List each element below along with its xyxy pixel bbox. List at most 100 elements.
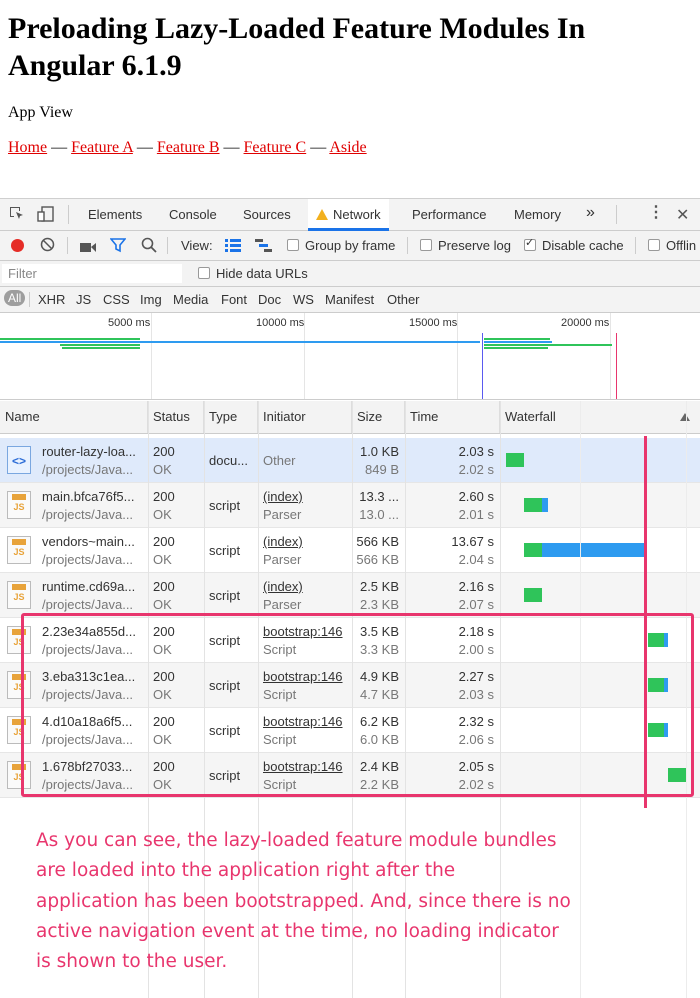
initiator-cell[interactable]: (index) Parser: [258, 573, 352, 618]
app-view: Preloading Lazy-Loaded Feature Modules I…: [0, 0, 700, 196]
search-icon[interactable]: [141, 237, 157, 256]
type-filter-img[interactable]: Img: [140, 292, 162, 307]
column-header-status[interactable]: Status: [148, 401, 204, 433]
type-filter-media[interactable]: Media: [173, 292, 208, 307]
tab-network[interactable]: Network: [308, 199, 389, 231]
overview-bar: [0, 338, 140, 340]
initiator-cell[interactable]: (index) Parser: [258, 483, 352, 528]
name-cell[interactable]: JS main.bfca76f5... /projects/Java...: [0, 483, 148, 528]
nav-link-aside[interactable]: Aside: [329, 139, 366, 156]
time-cell: 2.03 s 2.02 s: [405, 438, 500, 483]
overview-tick-label: 15000 ms: [409, 317, 458, 329]
nav-link-feature-a[interactable]: Feature A: [71, 139, 133, 156]
type-filter-js[interactable]: JS: [76, 292, 91, 307]
kebab-icon[interactable]: ⋮: [648, 205, 664, 221]
overview-bar: [484, 338, 550, 340]
initiator-cell: Other: [258, 438, 352, 483]
js-file-icon: JS: [7, 491, 31, 519]
request-type: script: [209, 588, 241, 603]
time-cell: 2.16 s 2.07 s: [405, 573, 500, 618]
nav-link-feature-c[interactable]: Feature C: [244, 139, 307, 156]
type-filter-css[interactable]: CSS: [103, 292, 130, 307]
table-row[interactable]: JS runtime.cd69a... /projects/Java... 200 OK…: [0, 573, 700, 618]
nav-link-feature-b[interactable]: Feature B: [157, 139, 220, 156]
timeline-overview[interactable]: 5000 ms 10000 ms 15000 ms 20000 ms: [0, 313, 700, 400]
initiator-type: Parser: [263, 507, 302, 522]
disable-cache-checkbox[interactable]: Disable cache: [524, 236, 624, 253]
tab-elements[interactable]: Elements: [88, 207, 142, 222]
tab-memory[interactable]: Memory: [514, 207, 561, 222]
inspect-element-icon[interactable]: [9, 206, 25, 225]
status-code: 200: [153, 444, 175, 459]
name-cell[interactable]: <> router-lazy-loa... /projects/Java...: [0, 438, 148, 483]
table-row[interactable]: JS main.bfca76f5... /projects/Java... 200 OK…: [0, 483, 700, 528]
status-cell: 200 OK: [148, 483, 204, 528]
name-cell[interactable]: JS vendors~main... /projects/Java...: [0, 528, 148, 573]
request-name: runtime.cd69a...: [42, 579, 136, 594]
name-cell[interactable]: JS runtime.cd69a... /projects/Java...: [0, 573, 148, 618]
group-by-frame-checkbox[interactable]: Group by frame: [287, 238, 395, 253]
resource-type-filter: All XHR JS CSS Img Media Font Doc WS Man…: [0, 287, 700, 313]
preserve-log-checkbox[interactable]: Preserve log: [420, 238, 511, 253]
record-icon[interactable]: [11, 239, 24, 252]
overview-icon[interactable]: [255, 239, 272, 255]
column-header-time[interactable]: Time: [405, 401, 500, 433]
filter-icon[interactable]: [109, 238, 127, 256]
js-file-icon: JS: [7, 536, 31, 564]
transfer-size: 13.3 ...: [359, 489, 399, 504]
initiator-link[interactable]: (index): [263, 532, 303, 551]
waterfall-header-label: Waterfall: [505, 409, 556, 424]
type-filter-xhr[interactable]: XHR: [38, 292, 65, 307]
column-header-size[interactable]: Size: [352, 401, 405, 433]
table-row[interactable]: JS vendors~main... /projects/Java... 200 OK s…: [0, 528, 700, 573]
tab-sources[interactable]: Sources: [243, 207, 291, 222]
more-tabs-icon[interactable]: »: [586, 204, 595, 222]
table-row[interactable]: <> router-lazy-loa... /projects/Java... 200…: [0, 438, 700, 483]
initiator-type: Parser: [263, 597, 302, 612]
initiator-link[interactable]: (index): [263, 487, 303, 506]
status-text: OK: [153, 462, 172, 477]
checkbox-checked-icon: [524, 236, 536, 251]
nav-separator: —: [223, 139, 240, 156]
type-filter-other[interactable]: Other: [387, 292, 420, 307]
size-cell: 566 KB 566 KB: [352, 528, 405, 573]
hide-data-urls-checkbox[interactable]: Hide data URLs: [198, 266, 308, 281]
network-table-header: Name Status Type Initiator Size Time Wat…: [0, 401, 700, 434]
load-event-line: [616, 333, 617, 399]
tab-performance[interactable]: Performance: [412, 207, 486, 222]
close-icon[interactable]: ✕: [676, 205, 689, 225]
overview-bar: [484, 347, 548, 349]
type-filter-ws[interactable]: WS: [293, 292, 314, 307]
type-filter-all[interactable]: All: [4, 290, 26, 306]
column-header-waterfall[interactable]: Waterfall: [500, 401, 700, 433]
resource-size: 2.3 KB: [359, 597, 399, 612]
video-capture-icon[interactable]: [80, 240, 96, 256]
nav-separator: —: [51, 139, 68, 156]
nav-link-home[interactable]: Home: [8, 139, 47, 156]
tab-console[interactable]: Console: [169, 207, 217, 222]
group-by-frame-label: Group by frame: [305, 238, 396, 253]
initiator-cell[interactable]: (index) Parser: [258, 528, 352, 573]
initiator-link[interactable]: (index): [263, 577, 303, 596]
filter-input[interactable]: [2, 264, 182, 283]
column-header-type[interactable]: Type: [204, 401, 258, 433]
checkbox-icon: [198, 267, 210, 279]
large-rows-icon[interactable]: [225, 239, 241, 255]
overview-tick-label: 20000 ms: [561, 317, 610, 329]
clear-icon[interactable]: [40, 237, 55, 255]
type-cell: script: [204, 483, 258, 528]
column-header-initiator[interactable]: Initiator: [258, 401, 352, 433]
type-filter-doc[interactable]: Doc: [258, 292, 281, 307]
request-path: /projects/Java...: [42, 597, 134, 612]
type-filter-font[interactable]: Font: [221, 292, 247, 307]
offline-checkbox[interactable]: Offlin: [648, 238, 696, 253]
view-label: View:: [181, 238, 213, 253]
type-cell: script: [204, 573, 258, 618]
status-code: 200: [153, 489, 175, 504]
device-toolbar-icon[interactable]: [37, 206, 55, 225]
request-name: router-lazy-loa...: [42, 444, 136, 459]
type-filter-manifest[interactable]: Manifest: [325, 292, 374, 307]
status-text: OK: [153, 597, 172, 612]
js-file-icon: JS: [7, 581, 31, 609]
column-header-name[interactable]: Name: [0, 401, 148, 433]
